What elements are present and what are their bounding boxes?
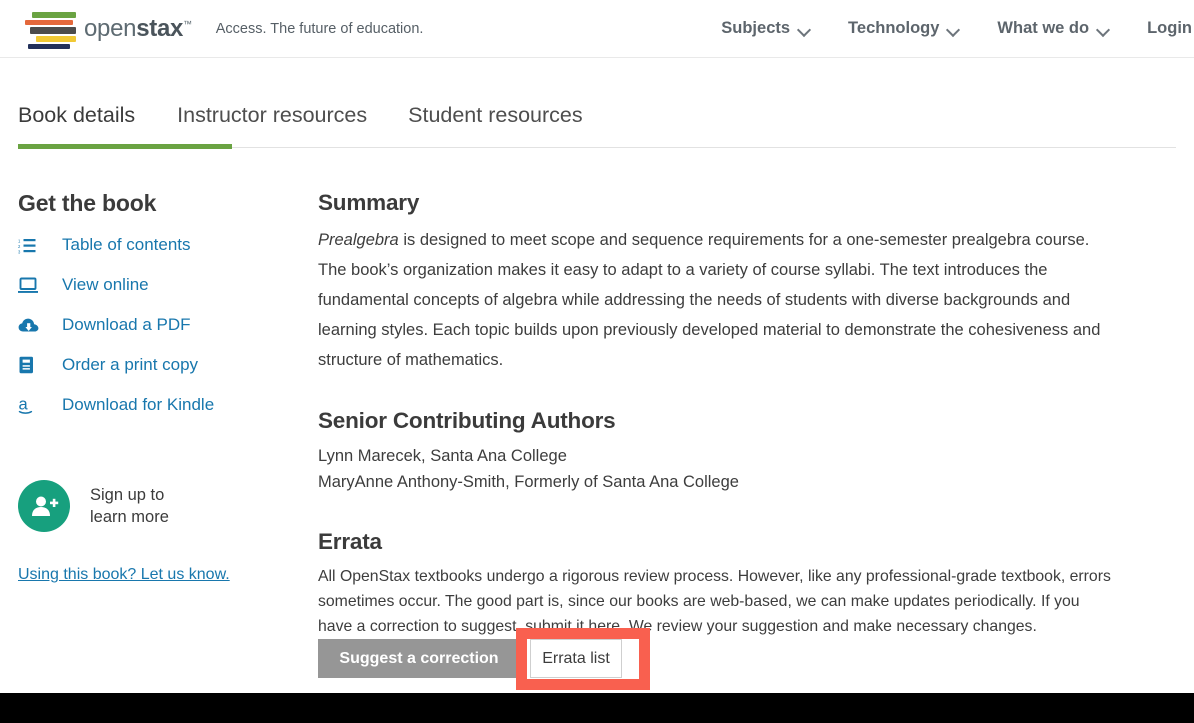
chevron-down-icon xyxy=(799,25,810,32)
wordmark-trademark: ™ xyxy=(183,19,192,29)
list-icon: 1 2 3 xyxy=(18,237,46,254)
svg-text:2: 2 xyxy=(18,244,21,249)
openstax-wordmark: openstax™ xyxy=(84,15,192,43)
nav-label-login: Login xyxy=(1147,19,1192,38)
author-line: Lynn Marecek, Santa Ana College xyxy=(318,443,1118,469)
authors-heading: Senior Contributing Authors xyxy=(318,408,1118,434)
site-tagline: Access. The future of education. xyxy=(216,21,424,37)
chevron-down-icon xyxy=(948,25,959,32)
svg-text:3: 3 xyxy=(18,249,21,254)
nav-item-login[interactable]: Login xyxy=(1147,19,1192,38)
signup-block[interactable]: Sign up to learn more xyxy=(18,480,280,532)
nav-label-what-we-do: What we do xyxy=(997,19,1089,38)
chevron-down-icon xyxy=(1098,25,1109,32)
laptop-icon xyxy=(18,277,46,294)
site-header: openstax™ Access. The future of educatio… xyxy=(0,0,1194,58)
sidebar-label-table-of-contents: Table of contents xyxy=(62,235,191,255)
brand-block[interactable]: openstax™ Access. The future of educatio… xyxy=(18,10,423,48)
signup-line-2: learn more xyxy=(90,506,169,528)
openstax-book-details-page: openstax™ Access. The future of educatio… xyxy=(0,0,1194,723)
signup-text: Sign up to learn more xyxy=(90,484,169,529)
tab-student-resources[interactable]: Student resources xyxy=(408,103,583,150)
errata-list-button[interactable]: Errata list xyxy=(530,639,622,678)
tab-instructor-resources[interactable]: Instructor resources xyxy=(177,103,367,150)
sidebar-label-download-pdf: Download a PDF xyxy=(62,315,191,335)
nav-item-technology[interactable]: Technology xyxy=(848,19,959,38)
tab-bar: Book details Instructor resources Studen… xyxy=(0,58,1194,150)
sidebar-item-table-of-contents[interactable]: 1 2 3 Table of contents xyxy=(18,225,280,265)
sidebar-label-order-print-copy: Order a print copy xyxy=(62,355,198,375)
amazon-icon: a xyxy=(18,395,46,415)
openstax-logo-icon xyxy=(18,10,80,48)
nav-label-subjects: Subjects xyxy=(721,19,790,38)
sidebar-title: Get the book xyxy=(18,190,280,217)
wordmark-light: open xyxy=(84,15,136,42)
errata-heading: Errata xyxy=(318,529,1118,555)
summary-body-text: is designed to meet scope and sequence r… xyxy=(318,231,1100,369)
sidebar-label-view-online: View online xyxy=(62,275,149,295)
main-content: Summary Prealgebra is designed to meet s… xyxy=(318,190,1118,639)
signup-line-1: Sign up to xyxy=(90,484,169,506)
sidebar-item-order-print-copy[interactable]: Order a print copy xyxy=(18,345,280,385)
tab-label-book-details: Book details xyxy=(18,103,135,127)
tab-label-instructor-resources: Instructor resources xyxy=(177,103,367,127)
cloud-download-icon xyxy=(18,317,46,334)
summary-heading: Summary xyxy=(318,190,1118,216)
wordmark-bold: stax xyxy=(136,15,183,42)
summary-book-title: Prealgebra xyxy=(318,231,399,249)
sidebar-item-view-online[interactable]: View online xyxy=(18,265,280,305)
svg-text:1: 1 xyxy=(18,238,21,243)
person-plus-icon xyxy=(18,480,70,532)
tab-label-student-resources: Student resources xyxy=(408,103,583,127)
using-this-book-link[interactable]: Using this book? Let us know. xyxy=(18,566,230,584)
suggest-a-correction-button[interactable]: Suggest a correction xyxy=(318,639,520,678)
active-tab-underline xyxy=(18,144,232,149)
errata-button-row: Suggest a correction Errata list xyxy=(318,639,622,678)
errata-body: All OpenStax textbooks undergo a rigorou… xyxy=(318,564,1118,639)
svg-text:a: a xyxy=(19,396,29,414)
sidebar-label-download-kindle: Download for Kindle xyxy=(62,395,214,415)
bottom-black-bar xyxy=(0,693,1194,723)
summary-body: Prealgebra is designed to meet scope and… xyxy=(318,225,1108,375)
tab-book-details[interactable]: Book details xyxy=(18,103,135,150)
nav-item-what-we-do[interactable]: What we do xyxy=(997,19,1109,38)
nav-item-subjects[interactable]: Subjects xyxy=(721,19,810,38)
author-line: MaryAnne Anthony-Smith, Formerly of Sant… xyxy=(318,469,1118,495)
nav-label-technology: Technology xyxy=(848,19,939,38)
sidebar-item-download-kindle[interactable]: a Download for Kindle xyxy=(18,385,280,425)
sidebar-item-download-pdf[interactable]: Download a PDF xyxy=(18,305,280,345)
primary-nav: Subjects Technology What we do Login xyxy=(683,19,1194,38)
sidebar: Get the book 1 2 3 Table of contents xyxy=(18,190,280,584)
book-icon xyxy=(18,356,46,374)
